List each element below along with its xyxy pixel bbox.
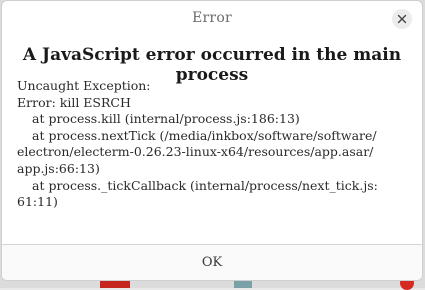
message-line: Error: kill ESRCH xyxy=(17,94,131,110)
stack-trace-line: at process.kill (internal/process.js:186… xyxy=(32,111,300,127)
close-button[interactable] xyxy=(392,9,412,29)
error-dialog: Error A JavaScript error occurred in the… xyxy=(1,0,423,281)
dialog-title: Error xyxy=(192,10,232,26)
stack-trace-line: app.js:66:13) xyxy=(17,160,100,176)
error-message: Uncaught Exception: Error: kill ESRCH at… xyxy=(17,78,392,211)
stack-trace-line: electron/electerm-0.26.23-linux-x64/reso… xyxy=(17,144,374,160)
dialog-footer: OK xyxy=(2,244,422,280)
stack-trace-line: 61:11) xyxy=(17,194,58,210)
close-icon xyxy=(397,14,407,24)
message-line: Uncaught Exception: xyxy=(17,78,151,93)
stack-trace-line: at process._tickCallback (internal/proce… xyxy=(32,177,378,193)
ok-button[interactable]: OK xyxy=(2,245,422,280)
dialog-titlebar: Error xyxy=(2,1,422,37)
stack-trace-line: at process.nextTick (/media/inkbox/softw… xyxy=(32,127,377,143)
